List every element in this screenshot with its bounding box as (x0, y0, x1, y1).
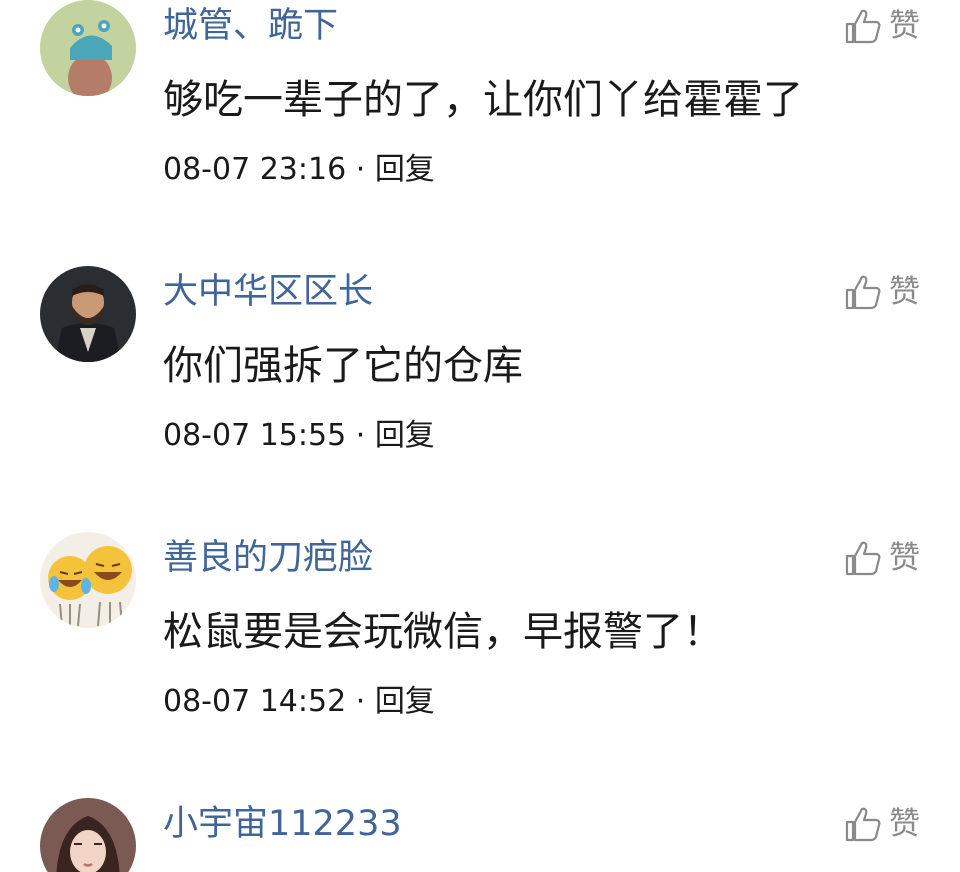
username[interactable]: 小宇宙112233 (163, 802, 402, 846)
timestamp: 08-07 23:16 (163, 152, 347, 187)
avatar-image (40, 0, 136, 96)
like-button[interactable]: 赞 (843, 536, 920, 580)
comment-item: 小宇宙112233 赞 (0, 798, 960, 872)
user-avatar[interactable] (40, 0, 136, 96)
thumbs-up-icon (845, 9, 881, 44)
reply-button[interactable]: 回复 (375, 418, 435, 453)
meta-separator: · (355, 152, 366, 187)
user-avatar[interactable] (40, 532, 136, 628)
username[interactable]: 大中华区区长 (163, 270, 373, 314)
like-button[interactable]: 赞 (843, 802, 920, 846)
thumbs-up-icon (845, 275, 881, 310)
comment-text: 够吃一辈子的了，让你们丫给霍霍了 (163, 77, 803, 123)
timestamp: 08-07 14:52 (163, 684, 347, 719)
thumbs-up-icon (845, 541, 881, 576)
comment-text: 你们强拆了它的仓库 (163, 343, 523, 389)
comment-item: 大中华区区长 赞 你们强拆了它的仓库 08-07 15:55 · 回复 (0, 266, 960, 532)
like-button[interactable]: 赞 (843, 4, 920, 48)
like-label: 赞 (889, 274, 920, 310)
comment-text: 松鼠要是会玩微信，早报警了！ (163, 609, 723, 655)
username[interactable]: 善良的刀疤脸 (163, 536, 373, 580)
thumbs-up-icon (845, 807, 881, 842)
like-label: 赞 (889, 806, 920, 842)
reply-button[interactable]: 回复 (375, 152, 435, 187)
comment-item: 善良的刀疤脸 赞 松鼠要是会玩微信，早报警了！ 08-07 14:52 · 回复 (0, 532, 960, 798)
comment-item: 城管、跪下 赞 够吃一辈子的了，让你们丫给霍霍了 08-07 23:16 · 回… (0, 0, 960, 266)
like-label: 赞 (889, 540, 920, 576)
comment-meta: 08-07 23:16 · 回复 (163, 150, 435, 190)
like-label: 赞 (889, 8, 920, 44)
comment-meta: 08-07 15:55 · 回复 (163, 416, 435, 456)
username[interactable]: 城管、跪下 (163, 4, 338, 48)
avatar-image (40, 798, 136, 872)
timestamp: 08-07 15:55 (163, 418, 347, 453)
comment-meta: 08-07 14:52 · 回复 (163, 682, 435, 722)
user-avatar[interactable] (40, 798, 136, 872)
user-avatar[interactable] (40, 266, 136, 362)
avatar-image (40, 532, 136, 628)
like-button[interactable]: 赞 (843, 270, 920, 314)
avatar-image (40, 266, 136, 362)
meta-separator: · (355, 684, 366, 719)
meta-separator: · (355, 418, 366, 453)
reply-button[interactable]: 回复 (375, 684, 435, 719)
